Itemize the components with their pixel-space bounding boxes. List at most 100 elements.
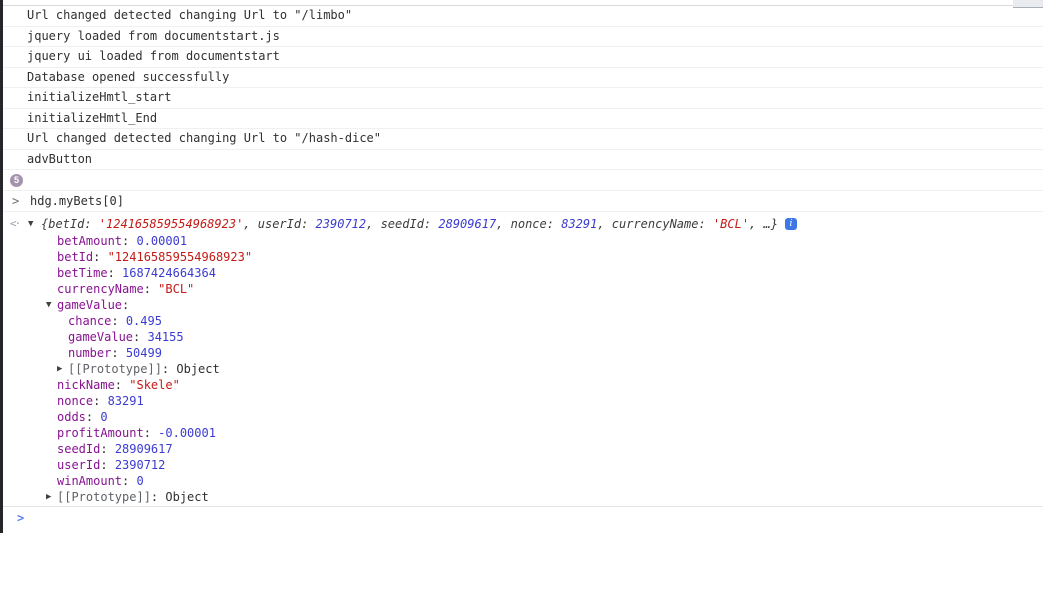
property-name: betId xyxy=(57,249,93,265)
property-name: [[Prototype]] xyxy=(57,489,151,505)
expand-arrow-icon[interactable]: ▶ xyxy=(46,489,57,505)
property-name: nickName xyxy=(57,377,115,393)
property-value: 2390712 xyxy=(115,457,166,473)
property-colon: : xyxy=(144,281,158,297)
tree-row: ▶[[Prototype]]: Object xyxy=(3,489,1043,505)
preview-token-name: , seedId: xyxy=(366,217,438,231)
tree-row: profitAmount: -0.00001 xyxy=(3,425,1043,441)
tree-row: gameValue: 34155 xyxy=(3,329,1043,345)
preview-token-name: , currencyName: xyxy=(597,217,713,231)
property-name: currencyName xyxy=(57,281,144,297)
log-row: initializeHmtl_End xyxy=(3,109,1043,130)
preview-token-name: , …} xyxy=(749,217,778,231)
tree-row: betAmount: 0.00001 xyxy=(3,233,1043,249)
preview-token-string: '124165859554968923' xyxy=(99,217,244,231)
devtools-console-panel: Url changed detected changing Url to "/l… xyxy=(0,0,1043,611)
collapse-triangle-icon[interactable]: ▼ xyxy=(27,219,41,229)
object-preview: {betId: '124165859554968923', userId: 23… xyxy=(41,217,778,231)
tree-row: currencyName: "BCL" xyxy=(3,281,1043,297)
log-row: Url changed detected changing Url to "/h… xyxy=(3,129,1043,150)
log-row: initializeHmtl_start xyxy=(3,88,1043,109)
property-value: 0.495 xyxy=(126,313,162,329)
property-value: "124165859554968923" xyxy=(108,249,253,265)
log-row: jquery loaded from documentstart.js xyxy=(3,27,1043,48)
console-result-block: <· ▼ {betId: '124165859554968923', userI… xyxy=(3,212,1043,505)
property-value: 0.00001 xyxy=(136,233,187,249)
console-command-row: > hdg.myBets[0] xyxy=(3,191,1043,212)
tree-row: seedId: 28909617 xyxy=(3,441,1043,457)
property-value: 28909617 xyxy=(115,441,173,457)
property-colon: : xyxy=(111,345,125,361)
property-name: betAmount xyxy=(57,233,122,249)
console-badge-row: 5 xyxy=(3,170,1043,191)
preview-token-name: , nonce: xyxy=(496,217,561,231)
property-colon: : xyxy=(122,233,136,249)
property-name: gameValue xyxy=(68,329,133,345)
property-name: userId xyxy=(57,457,100,473)
log-row: Url changed detected changing Url to "/l… xyxy=(3,6,1043,27)
property-name: gameValue xyxy=(57,297,122,313)
console-prompt-row[interactable]: > xyxy=(3,506,1043,535)
property-colon: : xyxy=(100,441,114,457)
property-value: Object xyxy=(176,361,219,377)
preview-token-name: {betId: xyxy=(41,217,99,231)
message-count-badge: 5 xyxy=(10,174,23,187)
preview-token-number: 83291 xyxy=(561,217,597,231)
property-name: winAmount xyxy=(57,473,122,489)
object-property-tree: betAmount: 0.00001betId: "12416585955496… xyxy=(3,233,1043,505)
property-value: "Skele" xyxy=(129,377,180,393)
property-name: odds xyxy=(57,409,86,425)
tree-row: winAmount: 0 xyxy=(3,473,1043,489)
console-messages-area: Url changed detected changing Url to "/l… xyxy=(3,0,1043,535)
property-value: 0 xyxy=(100,409,107,425)
expand-arrow-icon[interactable]: ▶ xyxy=(57,361,68,377)
log-row: jquery ui loaded from documentstart xyxy=(3,47,1043,68)
scrollbar-corner xyxy=(1013,0,1043,8)
property-colon: : xyxy=(122,297,136,313)
property-colon: : xyxy=(93,249,107,265)
property-name: seedId xyxy=(57,441,100,457)
tree-row: ▼gameValue: xyxy=(3,297,1043,313)
info-icon[interactable]: i xyxy=(785,218,797,230)
tree-row: ▶[[Prototype]]: Object xyxy=(3,361,1043,377)
property-name: profitAmount xyxy=(57,425,144,441)
property-colon: : xyxy=(86,409,100,425)
property-name: chance xyxy=(68,313,111,329)
property-colon: : xyxy=(93,393,107,409)
command-chevron-icon: > xyxy=(3,194,30,208)
property-colon: : xyxy=(122,473,136,489)
console-log-list: Url changed detected changing Url to "/l… xyxy=(3,6,1043,170)
property-name: [[Prototype]] xyxy=(68,361,162,377)
property-value: 34155 xyxy=(147,329,183,345)
property-value: 1687424664364 xyxy=(122,265,216,281)
property-colon: : xyxy=(115,377,129,393)
tree-row: number: 50499 xyxy=(3,345,1043,361)
preview-token-number: 2390712 xyxy=(316,217,367,231)
property-value: 83291 xyxy=(108,393,144,409)
property-colon: : xyxy=(133,329,147,345)
property-colon: : xyxy=(144,425,158,441)
log-row: advButton xyxy=(3,150,1043,171)
property-colon: : xyxy=(111,313,125,329)
property-name: nonce xyxy=(57,393,93,409)
property-value: Object xyxy=(165,489,208,505)
property-value: -0.00001 xyxy=(158,425,216,441)
tree-row: betTime: 1687424664364 xyxy=(3,265,1043,281)
tree-row: chance: 0.495 xyxy=(3,313,1043,329)
preview-token-string: 'BCL' xyxy=(713,217,749,231)
property-value: 50499 xyxy=(126,345,162,361)
command-text: hdg.myBets[0] xyxy=(30,194,124,208)
property-colon: : xyxy=(100,457,114,473)
property-value: 0 xyxy=(136,473,143,489)
result-preview-row: <· ▼ {betId: '124165859554968923', userI… xyxy=(3,214,1043,233)
property-colon: : xyxy=(162,361,176,377)
tree-row: userId: 2390712 xyxy=(3,457,1043,473)
property-name: number xyxy=(68,345,111,361)
property-name: betTime xyxy=(57,265,108,281)
tree-row: nonce: 83291 xyxy=(3,393,1043,409)
property-colon: : xyxy=(151,489,165,505)
tree-row: nickName: "Skele" xyxy=(3,377,1043,393)
tree-row: odds: 0 xyxy=(3,409,1043,425)
expand-arrow-icon[interactable]: ▼ xyxy=(46,297,57,313)
console-input[interactable] xyxy=(30,511,1043,525)
